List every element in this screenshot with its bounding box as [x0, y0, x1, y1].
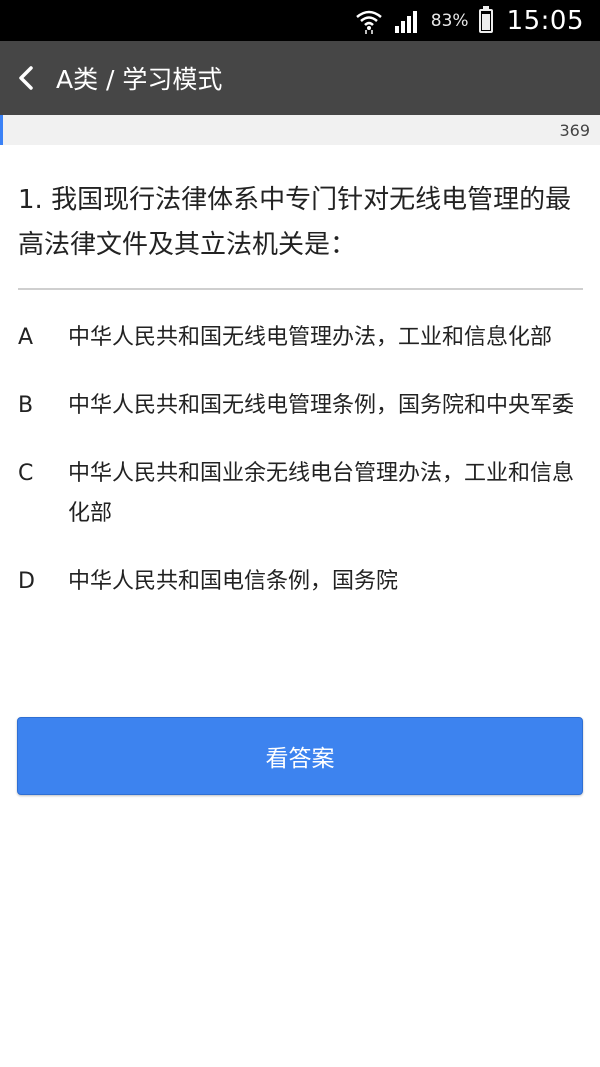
back-button[interactable] — [0, 41, 52, 115]
option-text: 中华人民共和国业余无线电台管理办法，工业和信息化部 — [68, 461, 575, 526]
app-bar: A类 / 学习模式 — [0, 41, 600, 115]
option-b[interactable]: B 中华人民共和国无线电管理条例，国务院和中央军委 — [18, 386, 583, 426]
show-answer-button[interactable]: 看答案 — [17, 717, 583, 795]
question-total-count: 369 — [559, 121, 590, 140]
clock: 15:05 — [506, 5, 584, 36]
option-text: 中华人民共和国无线电管理办法，工业和信息化部 — [68, 325, 553, 350]
option-letter: D — [18, 569, 35, 594]
battery-percent: 83% — [430, 10, 469, 31]
progress-bar — [0, 115, 3, 145]
battery-icon — [478, 5, 493, 33]
question-text: 1. 我国现行法律体系中专门针对无线电管理的最高法律文件及其立法机关是： — [18, 185, 572, 260]
page-title: A类 / 学习模式 — [56, 65, 223, 94]
option-text: 中华人民共和国无线电管理条例，国务院和中央军委 — [68, 393, 575, 418]
option-letter: A — [18, 325, 34, 350]
option-a[interactable]: A 中华人民共和国无线电管理办法，工业和信息化部 — [18, 318, 583, 358]
options-list: A 中华人民共和国无线电管理办法，工业和信息化部 B 中华人民共和国无线电管理条… — [18, 318, 583, 630]
chevron-left-icon — [19, 66, 33, 90]
option-letter: B — [18, 393, 34, 418]
option-letter: C — [18, 461, 34, 486]
status-bar: 83% 15:05 — [0, 0, 600, 41]
divider — [18, 288, 583, 290]
progress-strip: 369 — [0, 115, 600, 145]
signal-icon — [393, 9, 421, 33]
option-text: 中华人民共和国电信条例，国务院 — [68, 569, 399, 594]
option-c[interactable]: C 中华人民共和国业余无线电台管理办法，工业和信息化部 — [18, 454, 583, 534]
option-d[interactable]: D 中华人民共和国电信条例，国务院 — [18, 562, 583, 602]
wifi-icon — [355, 8, 383, 34]
